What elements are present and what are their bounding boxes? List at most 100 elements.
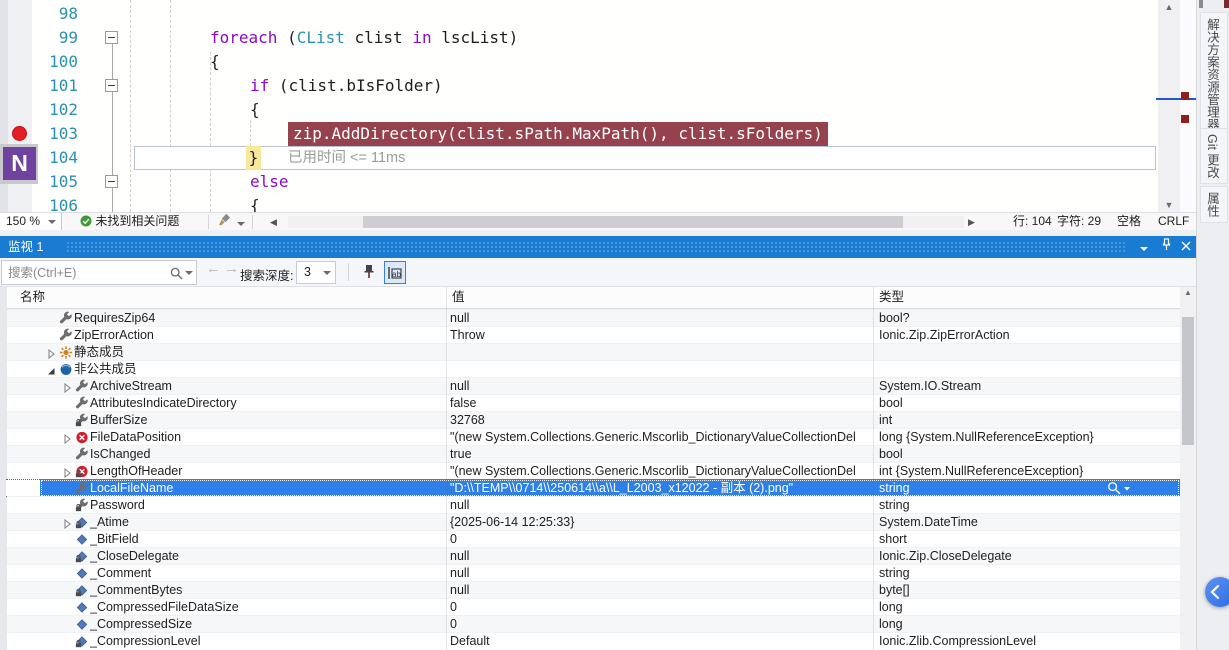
- watch-name-cell[interactable]: _Atime: [90, 514, 446, 531]
- watch-row[interactable]: _CloseDelegatenullIonic.Zip.CloseDelegat…: [7, 547, 1180, 564]
- watch-name-cell[interactable]: RequiresZip64: [74, 310, 446, 327]
- watch-name-cell[interactable]: AttributesIndicateDirectory: [90, 395, 446, 412]
- watch-row[interactable]: _Commentnullstring: [7, 564, 1180, 581]
- wscroll-thumb[interactable]: [1182, 317, 1194, 445]
- search-depth-dropdown[interactable]: 3: [296, 261, 336, 284]
- watch-name-cell[interactable]: _BitField: [90, 531, 446, 548]
- code-line[interactable]: 102{: [0, 98, 1158, 122]
- watch-row[interactable]: FileDataPosition"(new System.Collections…: [7, 428, 1180, 445]
- side-tab-properties[interactable]: 属性: [1200, 186, 1228, 223]
- status-char-number[interactable]: 字符: 29: [1057, 213, 1101, 231]
- code-line[interactable]: 103zip.AddDirectory(clist.sPath.MaxPath(…: [0, 122, 1158, 146]
- watch-row[interactable]: 非公共成员: [7, 360, 1180, 377]
- watch-name-cell[interactable]: LocalFileName: [90, 480, 446, 497]
- watch-row[interactable]: ArchiveStreamnullSystem.IO.Stream: [7, 377, 1180, 394]
- column-divider[interactable]: [873, 287, 874, 650]
- column-divider[interactable]: [446, 287, 447, 650]
- watch-value-cell[interactable]: {2025-06-14 12:25:33}: [450, 514, 870, 531]
- watch-row[interactable]: 静态成员: [7, 343, 1180, 360]
- watch-name-cell[interactable]: _CompressedFileDataSize: [90, 599, 446, 616]
- pin-properties-button[interactable]: [358, 261, 380, 284]
- watch-name-cell[interactable]: _Comment: [90, 565, 446, 582]
- scroll-down-icon[interactable]: ▼: [1158, 198, 1180, 212]
- watch-name-cell[interactable]: IsChanged: [90, 446, 446, 463]
- column-header-type[interactable]: 类型: [879, 287, 904, 308]
- watch-name-cell[interactable]: ArchiveStream: [90, 378, 446, 395]
- watch-value-cell[interactable]: "(new System.Collections.Generic.Mscorli…: [450, 429, 870, 446]
- breakpoint-statement[interactable]: zip.AddDirectory(clist.sPath.MaxPath(), …: [288, 122, 828, 146]
- watch-row[interactable]: AttributesIndicateDirectoryfalsebool: [7, 394, 1180, 411]
- watch-value-cell[interactable]: null: [450, 497, 870, 514]
- text-visualizer-toggle[interactable]: ab: [384, 261, 406, 284]
- watch-value-cell[interactable]: "(new System.Collections.Generic.Mscorli…: [450, 463, 870, 480]
- code-line[interactable]: 105else: [0, 170, 1158, 194]
- watch-name-cell[interactable]: _CompressedSize: [90, 616, 446, 633]
- hscroll-thumb[interactable]: [363, 216, 903, 228]
- watch-row[interactable]: RequiresZip64nullbool?: [7, 309, 1180, 326]
- watch-name-cell[interactable]: _CompressionLevel: [90, 633, 446, 650]
- search-prev-button[interactable]: ←: [206, 260, 221, 277]
- watch-row[interactable]: _CommentBytesnullbyte[]: [7, 581, 1180, 598]
- watch-row[interactable]: LocalFileName"D:\\TEMP\\0714\\250614\\a\…: [7, 479, 1180, 496]
- watch-value-cell[interactable]: false: [450, 395, 870, 412]
- watch-row[interactable]: _CompressedFileDataSize0long: [7, 598, 1180, 615]
- watch-value-cell[interactable]: null: [450, 582, 870, 599]
- watch-row[interactable]: IsChangedtruebool: [7, 445, 1180, 462]
- watch-row[interactable]: _CompressionLevelDefaultIonic.Zlib.Compr…: [7, 632, 1180, 649]
- scroll-up-icon[interactable]: ▲: [1180, 287, 1196, 299]
- watch-row[interactable]: Passwordnullstring: [7, 496, 1180, 513]
- watch-value-cell[interactable]: 32768: [450, 412, 870, 429]
- code-line[interactable]: 104}已用时间 <= 11ms: [0, 146, 1158, 170]
- fold-collapse-button[interactable]: [105, 31, 118, 44]
- code-cleanup-button[interactable]: [218, 213, 245, 231]
- watch-name-cell[interactable]: _CloseDelegate: [90, 548, 446, 565]
- watch-name-cell[interactable]: _CommentBytes: [90, 582, 446, 599]
- code-line[interactable]: 106{: [0, 194, 1158, 212]
- watch-grid[interactable]: RequiresZip64nullbool?ZipErrorActionThro…: [0, 309, 1180, 650]
- status-line-ending[interactable]: CRLF: [1158, 213, 1189, 231]
- hscroll-left-arrow[interactable]: ◀: [270, 213, 277, 231]
- code-line[interactable]: 101if (clist.bIsFolder): [0, 74, 1158, 98]
- code-editor[interactable]: 9899foreach (CList clist in lscList)100{…: [0, 0, 1196, 212]
- watch-row[interactable]: LengthOfHeader"(new System.Collections.G…: [7, 462, 1180, 479]
- watch-name-cell[interactable]: 非公共成员: [74, 361, 446, 378]
- code-line[interactable]: 98: [0, 2, 1158, 26]
- watch-name-cell[interactable]: LengthOfHeader: [90, 463, 446, 480]
- fold-collapse-button[interactable]: [105, 79, 118, 92]
- watch-name-cell[interactable]: FileDataPosition: [90, 429, 446, 446]
- watch-value-cell[interactable]: null: [450, 565, 870, 582]
- search-options-chevron-icon[interactable]: [185, 271, 193, 275]
- extension-n-icon[interactable]: N: [3, 147, 36, 180]
- status-indentation[interactable]: 空格: [1117, 213, 1141, 231]
- watch-row[interactable]: _Atime{2025-06-14 12:25:33}System.DateTi…: [7, 513, 1180, 530]
- search-input[interactable]: [8, 263, 166, 282]
- pin-button[interactable]: [1156, 236, 1176, 258]
- watch-value-cell[interactable]: Default: [450, 633, 870, 650]
- watch-value-cell[interactable]: 0: [450, 531, 870, 548]
- watch-value-cell[interactable]: 0: [450, 616, 870, 633]
- value-visualizer-button[interactable]: [1107, 481, 1137, 496]
- hscroll-right-arrow[interactable]: ▶: [968, 213, 975, 231]
- breakpoint-dot[interactable]: [12, 126, 27, 141]
- watch-value-cell[interactable]: null: [450, 548, 870, 565]
- watch-value-cell[interactable]: Throw: [450, 327, 870, 344]
- document-health-indicator[interactable]: 未找到相关问题: [80, 213, 179, 231]
- watch-value-cell[interactable]: null: [450, 310, 870, 327]
- watch-vertical-scrollbar[interactable]: ▲: [1180, 287, 1196, 650]
- watch-name-cell[interactable]: Password: [90, 497, 446, 514]
- watch-value-cell[interactable]: 0: [450, 599, 870, 616]
- scroll-up-icon[interactable]: ▲: [1158, 0, 1180, 14]
- watch-value-cell[interactable]: [450, 344, 870, 361]
- column-header-value[interactable]: 值: [452, 287, 465, 308]
- watch-value-cell[interactable]: [450, 361, 870, 378]
- window-position-button[interactable]: [1134, 236, 1154, 258]
- watch-value-cell[interactable]: null: [450, 378, 870, 395]
- watch-row[interactable]: ZipErrorActionThrowIonic.Zip.ZipErrorAct…: [7, 326, 1180, 343]
- horizontal-scrollbar[interactable]: [288, 216, 964, 228]
- close-button[interactable]: [1176, 236, 1196, 258]
- zoom-dropdown[interactable]: 150 %: [0, 213, 62, 231]
- watch-name-cell[interactable]: BufferSize: [90, 412, 446, 429]
- watch-row[interactable]: _CompressedSize0long: [7, 615, 1180, 632]
- perf-tip[interactable]: 已用时间 <= 11ms: [288, 146, 405, 170]
- search-next-button[interactable]: →: [224, 260, 239, 277]
